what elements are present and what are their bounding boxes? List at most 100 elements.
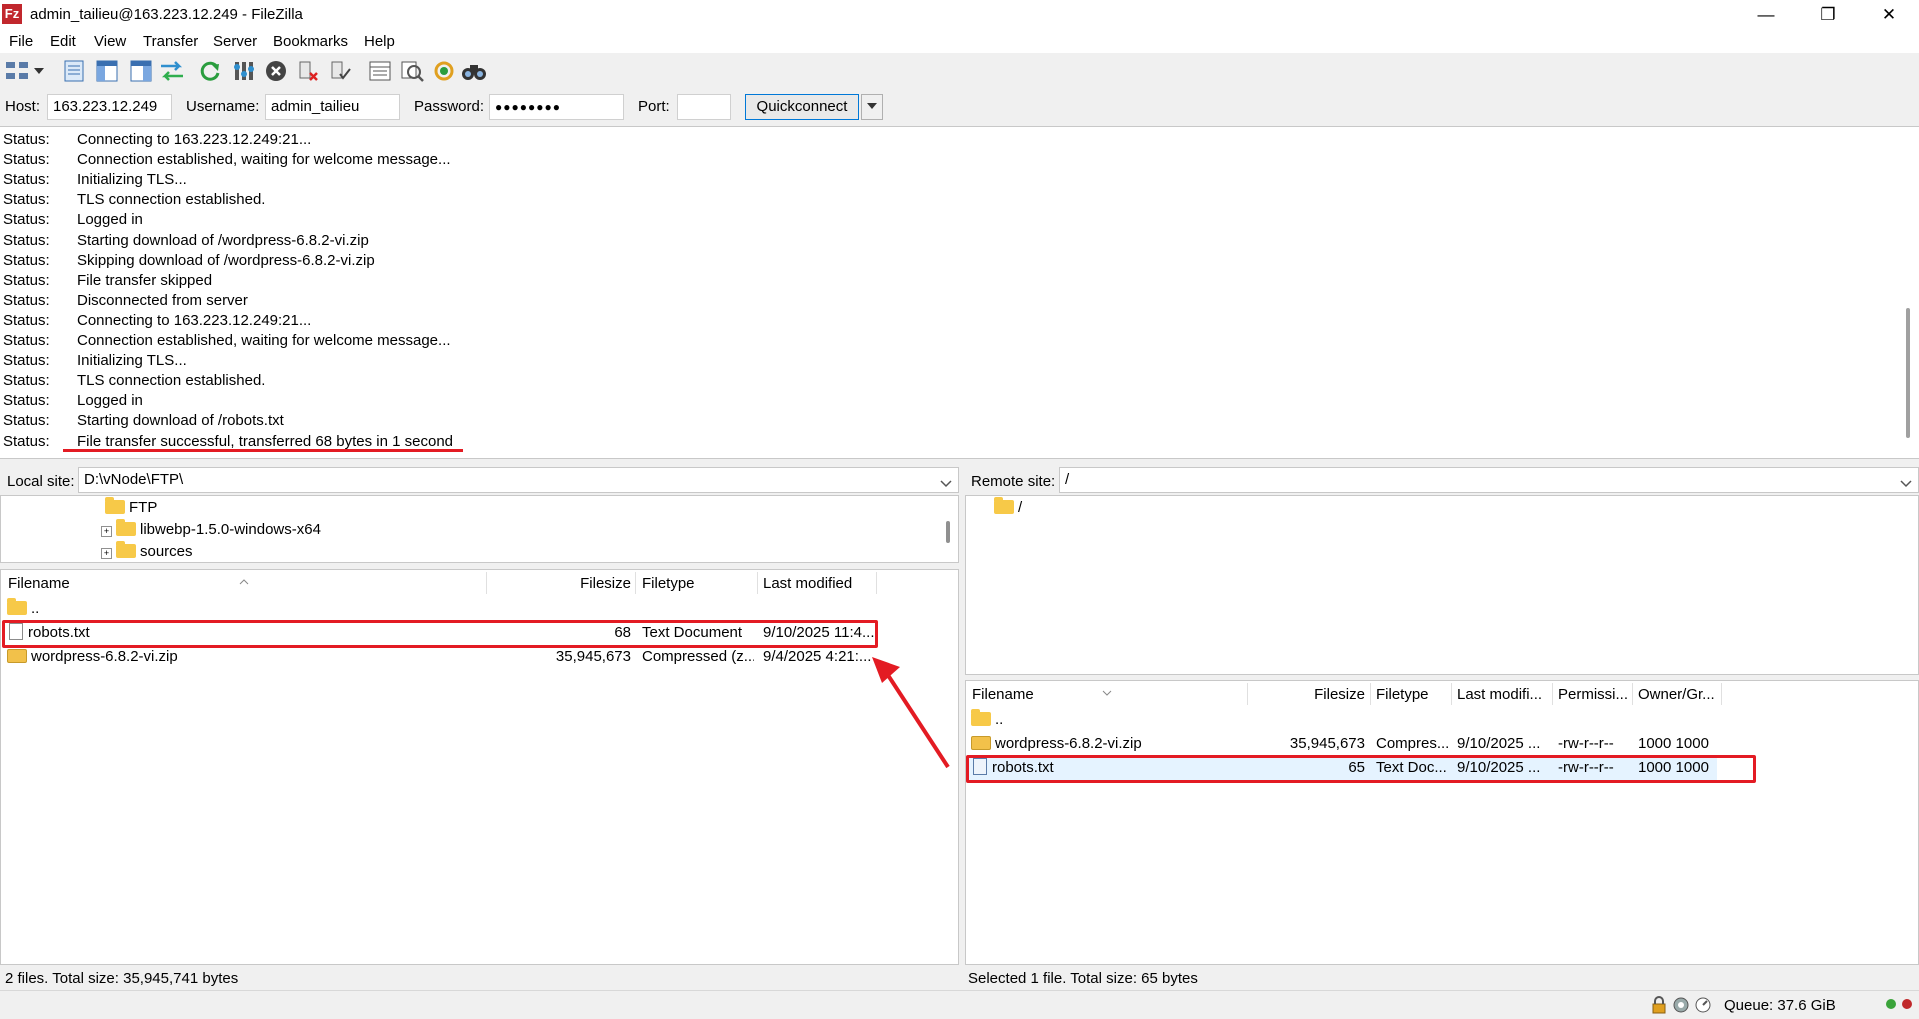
log-type: Status: [3, 271, 50, 289]
transfer-queue-icon[interactable] [158, 57, 186, 85]
file-name: wordpress-6.8.2-vi.zip [7, 646, 178, 668]
log-message: Skipping download of /wordpress-6.8.2-vi… [77, 251, 375, 269]
log-message: Connecting to 163.223.12.249:21... [77, 131, 312, 148]
log-type: Status: [3, 191, 50, 209]
password-input[interactable]: ●●●●●●●● [489, 94, 624, 120]
log-type: Status: [3, 211, 50, 229]
column-filename[interactable]: Filename [972, 683, 1034, 707]
host-input[interactable]: 163.223.12.249 [47, 94, 172, 120]
remote-site-label: Remote site: [971, 473, 1056, 490]
username-input[interactable]: admin_tailieu [265, 94, 400, 120]
log-message: Starting download of /robots.txt [77, 412, 284, 430]
directory-comparison-icon[interactable] [398, 57, 426, 85]
reconnect-icon[interactable] [326, 57, 354, 85]
column-separator[interactable] [876, 572, 877, 594]
column-separator[interactable] [1370, 683, 1371, 705]
tree-item-ftp[interactable]: FTP [105, 497, 157, 519]
tree-label: / [1018, 499, 1023, 516]
menu-edit[interactable]: Edit [50, 33, 76, 50]
refresh-icon[interactable] [196, 57, 224, 85]
chevron-down-icon[interactable] [940, 475, 952, 492]
column-filesize[interactable]: Filesize [487, 572, 631, 596]
chevron-down-icon[interactable] [32, 57, 46, 85]
menu-file[interactable]: File [9, 33, 33, 50]
synchronized-browsing-icon[interactable] [430, 57, 458, 85]
tree-scrollbar[interactable] [946, 521, 950, 543]
log-line: Status: Disconnected from server [3, 292, 248, 312]
toggle-remote-tree-icon[interactable] [127, 57, 155, 85]
folder-icon [105, 497, 125, 514]
column-last-modified[interactable]: Last modified [763, 572, 852, 596]
column-permissions[interactable]: Permissi... [1558, 683, 1628, 707]
site-manager-icon[interactable] [4, 57, 32, 85]
menu-transfer[interactable]: Transfer [143, 33, 198, 50]
menu-server[interactable]: Server [213, 33, 257, 50]
chevron-down-icon[interactable] [1900, 475, 1912, 492]
column-filesize[interactable]: Filesize [1248, 683, 1365, 707]
receive-indicator-icon [1886, 999, 1896, 1009]
zip-file-icon [7, 649, 27, 663]
column-separator[interactable] [635, 572, 636, 594]
log-message: Disconnected from server [77, 291, 248, 309]
log-line: Status: Initializing TLS... [3, 171, 187, 191]
log-type: Status: [3, 392, 50, 410]
column-separator[interactable] [1451, 683, 1452, 705]
tree-label: libwebp-1.5.0-windows-x64 [140, 521, 321, 538]
log-line: Status: Connection established, waiting f… [3, 151, 451, 171]
toggle-local-tree-icon[interactable] [93, 57, 121, 85]
tree-item-libwebp[interactable]: + libwebp-1.5.0-windows-x64 [101, 519, 321, 541]
sort-ascending-icon [239, 572, 249, 589]
log-message: Connection established, waiting for welc… [77, 332, 451, 349]
disconnect-icon[interactable] [294, 57, 322, 85]
message-log[interactable]: Status: Connecting to 163.223.12.249:21..… [0, 126, 1919, 459]
file-name-text: wordpress-6.8.2-vi.zip [31, 648, 178, 665]
log-type: Status: [3, 291, 50, 309]
restore-button[interactable]: ❐ [1798, 0, 1858, 30]
local-site-path[interactable]: D:\vNode\FTP\ [78, 467, 959, 493]
expand-icon[interactable]: + [101, 548, 112, 559]
process-queue-icon[interactable] [230, 57, 258, 85]
log-scrollbar[interactable] [1906, 308, 1910, 438]
local-directory-tree[interactable]: FTP + libwebp-1.5.0-windows-x64 + sources [0, 495, 959, 563]
column-separator[interactable] [1552, 683, 1553, 705]
menu-bookmarks[interactable]: Bookmarks [273, 33, 348, 50]
column-separator[interactable] [1721, 683, 1722, 705]
cancel-operation-icon[interactable] [262, 57, 290, 85]
quickconnect-dropdown[interactable] [861, 94, 883, 120]
file-size: 35,945,673 [1289, 735, 1365, 752]
column-last-modified[interactable]: Last modifi... [1457, 683, 1552, 707]
toggle-message-log-icon[interactable] [60, 57, 88, 85]
search-remote-files-icon[interactable] [460, 57, 488, 85]
log-type: Status: [3, 251, 50, 269]
local-status: 2 files. Total size: 35,945,741 bytes [5, 970, 239, 987]
log-type: Status: [3, 171, 50, 189]
remote-site-path[interactable]: / [1059, 467, 1919, 493]
log-type: Status: [3, 311, 50, 329]
annotation-box-local [2, 620, 878, 648]
expand-icon[interactable]: + [101, 526, 112, 537]
log-line: Status: Logged in [3, 392, 143, 412]
column-owner-group[interactable]: Owner/Gr... [1638, 683, 1718, 707]
log-message: Connection established, waiting for welc… [77, 151, 451, 169]
file-type: Compressed (z... [642, 648, 754, 665]
remote-directory-tree[interactable]: / [965, 495, 1919, 675]
quickconnect-button[interactable]: Quickconnect [745, 94, 859, 120]
column-filename[interactable]: Filename [8, 572, 70, 596]
column-separator[interactable] [1632, 683, 1633, 705]
column-filetype[interactable]: Filetype [1376, 683, 1448, 707]
tree-label: sources [140, 543, 193, 560]
file-name-text: .. [31, 600, 40, 617]
column-separator[interactable] [757, 572, 758, 594]
tree-item-sources[interactable]: + sources [101, 541, 193, 562]
close-button[interactable]: ✕ [1859, 0, 1919, 30]
minimize-button[interactable]: — [1736, 0, 1796, 30]
directory-listing-filters-icon[interactable] [366, 57, 394, 85]
menu-view[interactable]: View [94, 33, 126, 50]
tree-item-root[interactable]: / [994, 497, 1022, 519]
port-input[interactable] [677, 94, 731, 120]
column-filetype[interactable]: Filetype [642, 572, 695, 596]
sort-descending-icon [1102, 683, 1112, 700]
remote-file-list[interactable]: Filename Filesize Filetype Last modifi..… [965, 680, 1919, 965]
menu-help[interactable]: Help [364, 33, 395, 50]
file-owner: 1000 1000 [1638, 735, 1709, 752]
